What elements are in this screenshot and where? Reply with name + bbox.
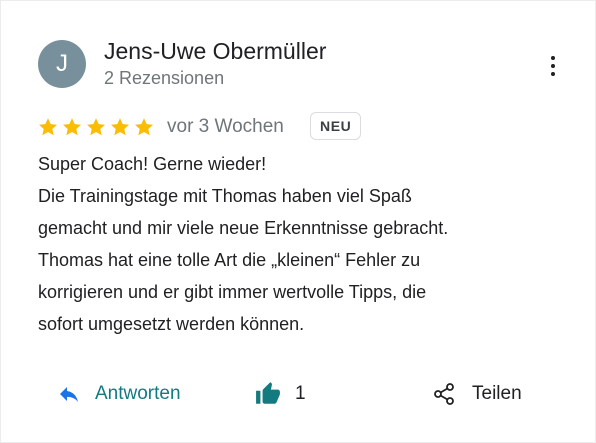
review-time: vor 3 Wochen <box>167 116 284 137</box>
kebab-dot <box>551 72 555 76</box>
review-count[interactable]: 2 Rezensionen <box>104 67 224 89</box>
review-line: Super Coach! Gerne wieder! <box>38 154 267 174</box>
new-badge: NEU <box>310 112 362 140</box>
review-line: Die Trainingstage mit Thomas haben viel … <box>38 186 412 206</box>
avatar[interactable]: J <box>38 40 86 88</box>
review-text: Super Coach! Gerne wieder! Die Trainingst… <box>38 148 563 340</box>
like-button[interactable]: 1 <box>255 377 306 411</box>
review-line: Thomas hat eine tolle Art die „kleinen“ … <box>38 250 421 270</box>
star-icon <box>38 118 58 136</box>
review-line: korrigieren und er gibt immer wertvolle … <box>38 282 427 302</box>
star-icon <box>86 118 106 136</box>
star-icon <box>134 118 154 136</box>
share-button[interactable]: Teilen <box>432 377 522 411</box>
kebab-dot <box>551 56 555 60</box>
reply-label: Antworten <box>95 383 181 404</box>
share-icon <box>432 382 456 406</box>
kebab-dot <box>551 64 555 68</box>
like-count: 1 <box>295 383 306 404</box>
review-card: J Jens-Uwe Obermüller 2 Rezensionen vor … <box>0 0 596 443</box>
star-icon <box>62 118 82 136</box>
reply-button[interactable]: Antworten <box>57 377 181 411</box>
review-line: sofort umgesetzt werden können. <box>38 314 305 334</box>
review-line: gemacht und mir viele neue Erkenntnisse … <box>38 218 449 238</box>
reply-icon <box>57 382 81 406</box>
share-label: Teilen <box>472 383 522 404</box>
reviewer-name[interactable]: Jens-Uwe Obermüller <box>104 37 326 65</box>
thumbs-up-icon <box>255 381 281 407</box>
star-icon <box>110 118 130 136</box>
more-vert-icon[interactable] <box>539 51 567 81</box>
star-rating <box>37 116 155 138</box>
